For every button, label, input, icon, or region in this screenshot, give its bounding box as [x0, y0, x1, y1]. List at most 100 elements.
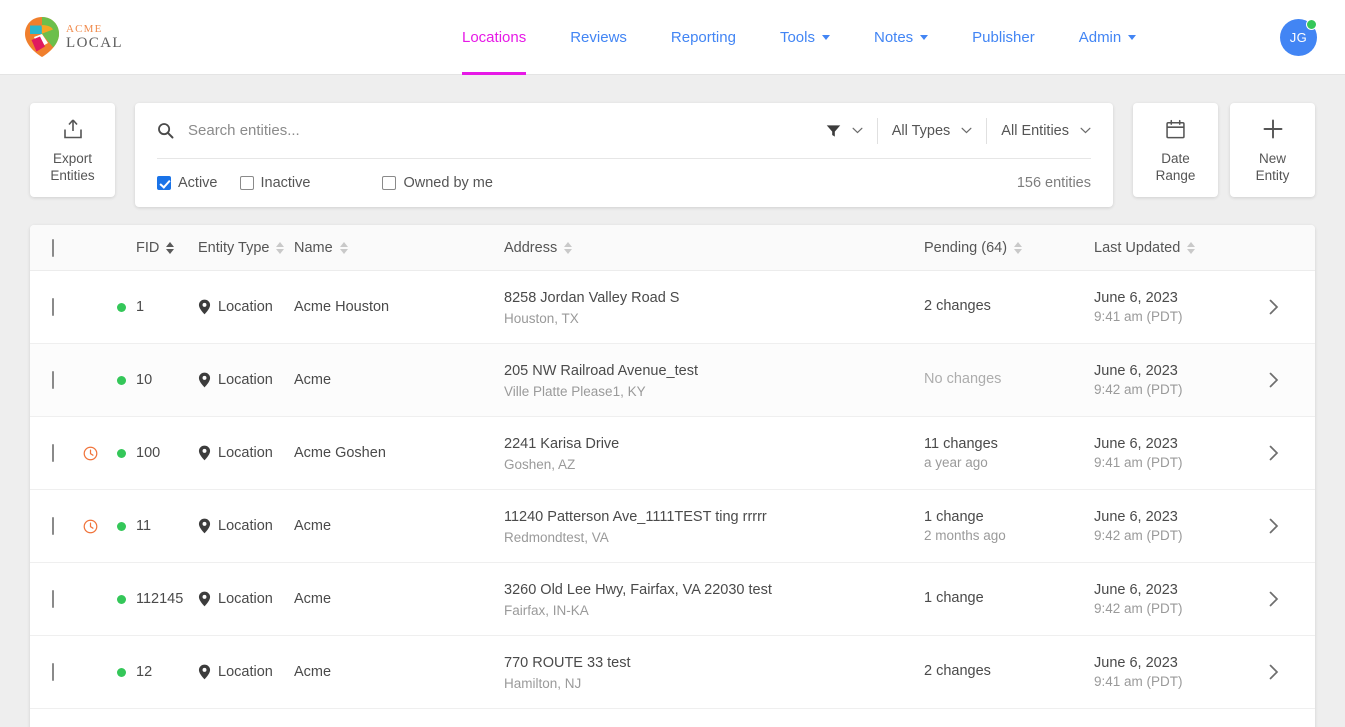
row-alert-cell	[74, 519, 106, 534]
row-open-cell[interactable]	[1269, 372, 1315, 388]
filter-owned-by-me-checkbox[interactable]: Owned by me	[382, 175, 492, 191]
search-filter-panel: All Types All Entities	[135, 103, 1113, 207]
table-row[interactable]: 12 Location Acme 770 ROUTE 33 test Hamil…	[30, 636, 1315, 709]
online-status-dot-icon	[1306, 19, 1317, 30]
map-pin-icon	[198, 591, 211, 607]
row-checkbox[interactable]	[52, 663, 54, 681]
sort-indicator-icon[interactable]	[1187, 242, 1195, 254]
column-header-name[interactable]: Name	[294, 240, 504, 256]
chevron-right-icon[interactable]	[1269, 591, 1279, 607]
row-checkbox[interactable]	[52, 371, 54, 389]
checkbox-box[interactable]	[382, 176, 396, 190]
all-entities-dropdown[interactable]: All Entities	[1001, 123, 1091, 139]
table-row[interactable]: Location 201 Foxfire Dr 9 changes June 6…	[30, 709, 1315, 727]
column-header-pending[interactable]: Pending (64)	[924, 240, 1094, 256]
map-pin-icon	[198, 299, 211, 315]
chevron-right-icon[interactable]	[1269, 445, 1279, 461]
brand-logo[interactable]: ACME LOCAL	[0, 15, 440, 59]
all-types-dropdown[interactable]: All Types	[892, 123, 973, 139]
date-range-button[interactable]: Date Range	[1133, 103, 1218, 197]
search-input[interactable]	[188, 122, 826, 139]
row-open-cell[interactable]	[1269, 591, 1315, 607]
row-entity-type: Location	[198, 299, 294, 315]
column-header-fid[interactable]: FID	[136, 240, 198, 256]
row-pending-label: 11 changes	[924, 436, 1094, 452]
row-checkbox[interactable]	[52, 517, 54, 535]
row-pending-label: 1 change	[924, 590, 1094, 606]
row-pending-label: No changes	[924, 371, 1094, 387]
nav-item-reviews[interactable]: Reviews	[548, 0, 649, 75]
nav-item-locations[interactable]: Locations	[440, 0, 548, 75]
chevron-right-icon[interactable]	[1269, 372, 1279, 388]
row-status-cell	[106, 303, 136, 312]
checkbox-box[interactable]	[240, 176, 254, 190]
filter-inactive-checkbox[interactable]: Inactive	[240, 175, 311, 191]
row-address: 770 ROUTE 33 test Hamilton, NJ	[504, 654, 924, 691]
row-updated-time: 9:42 am (PDT)	[1094, 528, 1269, 543]
row-status-cell	[106, 376, 136, 385]
status-dot-icon	[117, 376, 126, 385]
sort-indicator-icon[interactable]	[166, 242, 174, 254]
row-open-cell[interactable]	[1269, 299, 1315, 315]
chevron-right-icon[interactable]	[1269, 518, 1279, 534]
row-address-line2: Goshen, AZ	[504, 457, 924, 472]
nav-item-reporting[interactable]: Reporting	[649, 0, 758, 75]
map-pin-icon	[198, 445, 211, 461]
row-pending: 1 change 2 months ago	[924, 509, 1094, 543]
row-open-cell[interactable]	[1269, 518, 1315, 534]
row-select-cell	[30, 445, 74, 461]
row-open-cell[interactable]	[1269, 664, 1315, 680]
nav-item-tools[interactable]: Tools	[758, 0, 852, 75]
chevron-right-icon[interactable]	[1269, 299, 1279, 315]
filter-owned-label: Owned by me	[403, 175, 492, 191]
row-checkbox[interactable]	[52, 590, 54, 608]
column-label: Name	[294, 240, 333, 256]
new-entity-button[interactable]: New Entity	[1230, 103, 1315, 197]
user-menu[interactable]: JG	[1280, 19, 1317, 56]
row-entity-type-label: Location	[218, 445, 273, 461]
top-navigation-bar: ACME LOCAL Locations Reviews Reporting T…	[0, 0, 1345, 75]
row-updated-time: 9:42 am (PDT)	[1094, 601, 1269, 616]
row-address-line1: 770 ROUTE 33 test	[504, 654, 924, 673]
column-label: Last Updated	[1094, 240, 1180, 256]
nav-item-notes[interactable]: Notes	[852, 0, 950, 75]
row-last-updated: June 6, 2023 9:42 am (PDT)	[1094, 363, 1269, 397]
column-header-entity-type[interactable]: Entity Type	[198, 240, 294, 256]
row-fid: 11	[136, 518, 198, 534]
column-header-address[interactable]: Address	[504, 240, 924, 256]
column-label: Pending (64)	[924, 240, 1007, 256]
sort-indicator-icon[interactable]	[1014, 242, 1022, 254]
table-row[interactable]: 100 Location Acme Goshen 2241 Karisa Dri…	[30, 417, 1315, 490]
row-name: Acme	[294, 664, 504, 680]
table-row[interactable]: 10 Location Acme 205 NW Railroad Avenue_…	[30, 344, 1315, 417]
toolbar: Export Entities	[0, 75, 1345, 207]
filter-active-checkbox[interactable]: Active	[157, 175, 218, 191]
table-row[interactable]: 1 Location Acme Houston 8258 Jordan Vall…	[30, 271, 1315, 344]
row-address-line2: Hamilton, NJ	[504, 676, 924, 691]
chevron-right-icon[interactable]	[1269, 664, 1279, 680]
sort-indicator-icon[interactable]	[564, 242, 572, 254]
pending-clock-icon	[83, 446, 98, 461]
table-row[interactable]: 11 Location Acme 11240 Patterson Ave_111…	[30, 490, 1315, 563]
row-address-line1: 205 NW Railroad Avenue_test	[504, 362, 924, 381]
nav-item-admin[interactable]: Admin	[1057, 0, 1159, 75]
column-header-last-updated[interactable]: Last Updated	[1094, 240, 1269, 256]
sort-indicator-icon[interactable]	[340, 242, 348, 254]
filter-button[interactable]	[826, 124, 863, 138]
sort-indicator-icon[interactable]	[276, 242, 284, 254]
checkbox-box[interactable]	[157, 176, 171, 190]
export-entities-button[interactable]: Export Entities	[30, 103, 115, 197]
row-entity-type-label: Location	[218, 591, 273, 607]
row-select-cell	[30, 591, 74, 607]
row-checkbox[interactable]	[52, 298, 54, 316]
select-all-checkbox[interactable]	[52, 239, 54, 257]
row-entity-type-label: Location	[218, 372, 273, 388]
table-row[interactable]: 112145 Location Acme 3260 Old Lee Hwy, F…	[30, 563, 1315, 636]
row-address: 3260 Old Lee Hwy, Fairfax, VA 22030 test…	[504, 581, 924, 618]
nav-item-publisher[interactable]: Publisher	[950, 0, 1057, 75]
filter-funnel-icon	[826, 124, 841, 138]
row-open-cell[interactable]	[1269, 445, 1315, 461]
nav-label: Notes	[874, 29, 913, 46]
row-checkbox[interactable]	[52, 444, 54, 462]
all-entities-label: All Entities	[1001, 123, 1069, 139]
